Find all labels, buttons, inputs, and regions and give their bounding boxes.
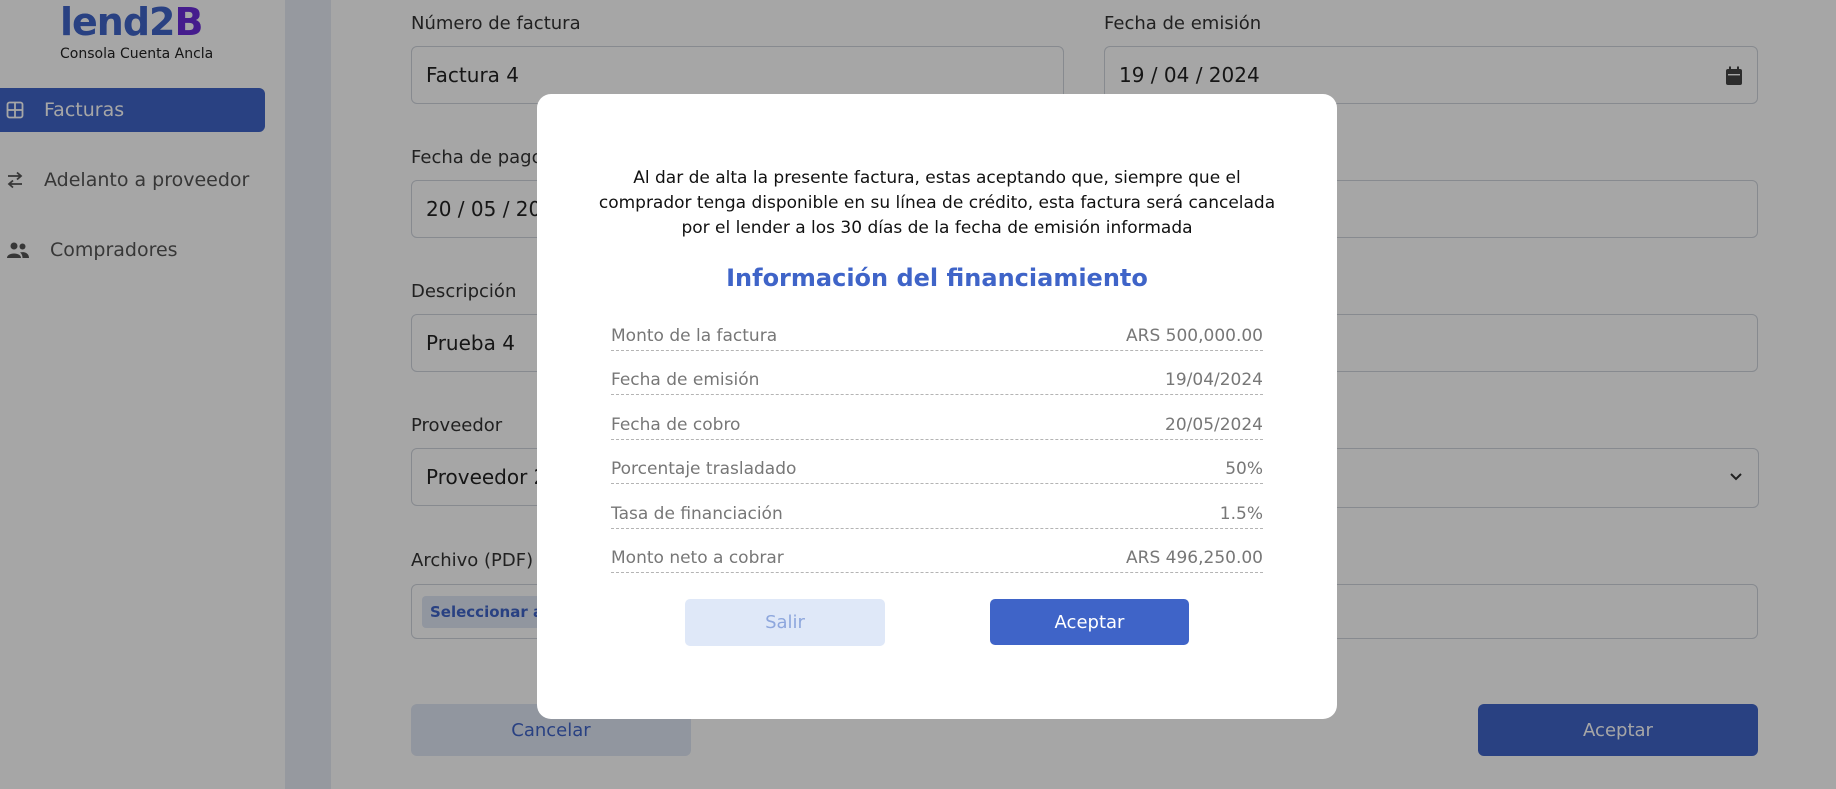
info-label: Tasa de financiación — [611, 503, 783, 524]
info-row: Fecha de emisión 19/04/2024 — [611, 351, 1263, 395]
info-value: ARS 496,250.00 — [1126, 548, 1263, 568]
info-row: Fecha de cobro 20/05/2024 — [611, 395, 1263, 440]
info-label: Monto de la factura — [611, 325, 778, 346]
info-row: Tasa de financiación 1.5% — [611, 484, 1263, 529]
info-value: 1.5% — [1219, 503, 1263, 524]
info-value: 19/04/2024 — [1165, 370, 1263, 390]
info-label: Porcentaje trasladado — [611, 459, 797, 479]
modal-exit-button[interactable]: Salir — [685, 599, 885, 646]
modal-accept-button[interactable]: Aceptar — [990, 599, 1189, 645]
info-row: Porcentaje trasladado 50% — [611, 440, 1263, 484]
info-label: Monto neto a cobrar — [611, 548, 784, 568]
info-label: Fecha de cobro — [611, 414, 741, 435]
info-value: 20/05/2024 — [1165, 414, 1263, 435]
info-value: 50% — [1225, 459, 1263, 479]
info-value: ARS 500,000.00 — [1126, 325, 1263, 346]
modal-title: Información del financiamiento — [726, 264, 1148, 292]
modal-message: Al dar de alta la presente factura, esta… — [598, 168, 1276, 238]
info-label: Fecha de emisión — [611, 370, 760, 390]
financing-info-list: Monto de la factura ARS 500,000.00 Fecha… — [611, 306, 1263, 573]
info-row: Monto neto a cobrar ARS 496,250.00 — [611, 529, 1263, 573]
info-row: Monto de la factura ARS 500,000.00 — [611, 306, 1263, 351]
financing-modal: Al dar de alta la presente factura, esta… — [537, 94, 1337, 719]
